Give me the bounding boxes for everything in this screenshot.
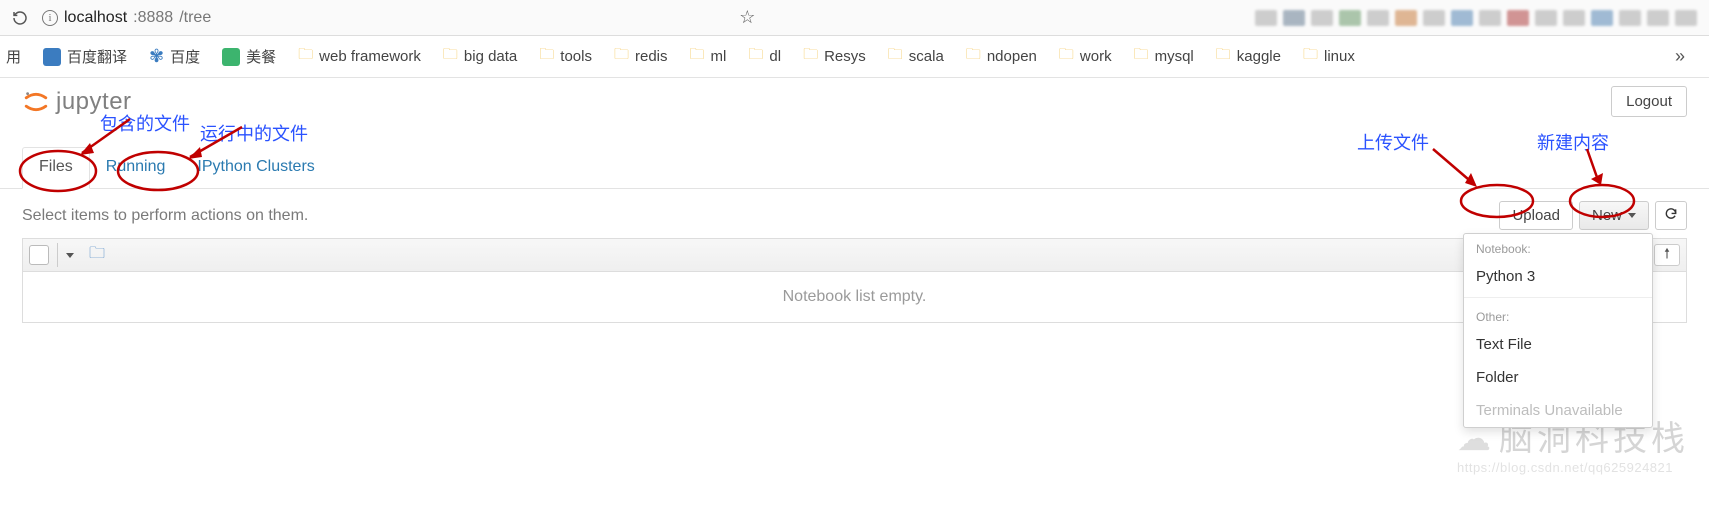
bookmarks-overflow-icon[interactable]: » bbox=[1675, 46, 1703, 67]
bookmark-label: ml bbox=[711, 48, 727, 65]
jupyter-logo-text: jupyter bbox=[56, 88, 132, 116]
bookmark-folder[interactable]: 🗀 tools bbox=[539, 44, 592, 69]
new-menu-python3[interactable]: Python 3 bbox=[1464, 260, 1652, 293]
bookmarks-bar: 用 百度翻译 ✾ 百度 美餐 🗀 web framework 🗀 big data 🗀… bbox=[0, 36, 1709, 78]
tab-files[interactable]: Files bbox=[22, 147, 90, 189]
site-icon bbox=[222, 48, 240, 66]
refresh-icon bbox=[1664, 207, 1678, 221]
reload-button[interactable] bbox=[6, 4, 34, 32]
bookmark-item[interactable]: 美餐 bbox=[222, 46, 276, 67]
tab-clusters[interactable]: IPython Clusters bbox=[181, 148, 330, 188]
folder-icon: 🗀 bbox=[1059, 44, 1074, 69]
folder-icon: 🗀 bbox=[298, 44, 313, 69]
tab-running[interactable]: Running bbox=[90, 148, 182, 188]
bookmark-label: ndopen bbox=[987, 48, 1037, 65]
bookmark-folder[interactable]: 🗀 web framework bbox=[298, 44, 421, 69]
bookmark-label: linux bbox=[1324, 48, 1355, 65]
bookmark-folder[interactable]: 🗀 kaggle bbox=[1216, 44, 1281, 69]
folder-icon: 🗀 bbox=[888, 44, 903, 69]
bookmark-folder[interactable]: 🗀 scala bbox=[888, 44, 944, 69]
folder-icon: 🗀 bbox=[539, 44, 554, 69]
bookmarks-truncated-label: 用 bbox=[6, 46, 21, 67]
chevron-down-icon bbox=[66, 253, 74, 258]
bookmark-label: 百度翻译 bbox=[67, 46, 127, 67]
bookmark-label: web framework bbox=[319, 48, 421, 65]
folder-icon: 🗀 bbox=[966, 44, 981, 69]
jupyter-tabs: Files Running IPython Clusters bbox=[0, 147, 1709, 189]
bookmark-label: Resys bbox=[824, 48, 866, 65]
new-button[interactable]: New bbox=[1579, 201, 1649, 230]
bookmark-label: scala bbox=[909, 48, 944, 65]
breadcrumb-row: 🗀 🠕 bbox=[22, 238, 1687, 272]
bookmark-folder[interactable]: 🗀 Resys bbox=[803, 44, 866, 69]
bookmark-folder[interactable]: 🗀 redis bbox=[614, 44, 668, 69]
bookmark-folder[interactable]: 🗀 big data bbox=[443, 44, 517, 69]
bookmark-item[interactable]: 百度翻译 bbox=[43, 46, 127, 67]
refresh-button[interactable] bbox=[1655, 201, 1687, 230]
bookmark-folder[interactable]: 🗀 mysql bbox=[1134, 44, 1194, 69]
new-menu-terminals: Terminals Unavailable bbox=[1464, 394, 1652, 427]
bookmark-label: work bbox=[1080, 48, 1112, 65]
bookmark-folder[interactable]: 🗀 work bbox=[1059, 44, 1112, 69]
folder-icon: 🗀 bbox=[1134, 44, 1149, 69]
address-field[interactable]: i localhost :8888/tree bbox=[42, 9, 211, 27]
folder-icon: 🗀 bbox=[443, 44, 458, 69]
bookmark-label: dl bbox=[769, 48, 781, 65]
folder-icon: 🗀 bbox=[1303, 44, 1318, 69]
new-menu-folder[interactable]: Folder bbox=[1464, 361, 1652, 394]
selection-hint: Select items to perform actions on them. bbox=[22, 207, 308, 225]
site-icon bbox=[43, 48, 61, 66]
url-path: /tree bbox=[179, 9, 211, 27]
folder-icon: 🗀 bbox=[1216, 44, 1231, 69]
bookmark-folder[interactable]: 🗀 ndopen bbox=[966, 44, 1037, 69]
url-port: :8888 bbox=[133, 9, 173, 27]
new-menu-section-notebook: Notebook: bbox=[1464, 234, 1652, 260]
notebook-list-empty: Notebook list empty. bbox=[22, 272, 1687, 323]
extension-icons-blurred bbox=[1255, 10, 1703, 26]
home-folder-icon[interactable]: 🗀 bbox=[89, 242, 105, 269]
folder-icon: 🗀 bbox=[614, 44, 629, 69]
new-menu-section-other: Other: bbox=[1464, 302, 1652, 328]
bookmark-folder[interactable]: 🗀 ml bbox=[690, 44, 727, 69]
bookmark-item[interactable]: ✾ 百度 bbox=[149, 46, 200, 67]
bookmark-label: 美餐 bbox=[246, 46, 276, 67]
bookmark-folder[interactable]: 🗀 dl bbox=[748, 44, 781, 69]
bookmark-star-icon[interactable]: ☆ bbox=[739, 7, 755, 28]
folder-icon: 🗀 bbox=[803, 44, 818, 69]
new-button-label: New bbox=[1592, 207, 1622, 224]
paw-icon: ✾ bbox=[149, 46, 164, 67]
bookmark-label: kaggle bbox=[1237, 48, 1281, 65]
watermark-url: https://blog.csdn.net/qq625924821 bbox=[1457, 460, 1689, 475]
jupyter-header: jupyter Logout 包含的文件 运行中的文件 bbox=[0, 78, 1709, 119]
select-all-checkbox[interactable] bbox=[29, 245, 49, 265]
url-host: localhost bbox=[64, 9, 127, 27]
toolbar: Select items to perform actions on them.… bbox=[0, 189, 1709, 238]
bookmark-label: redis bbox=[635, 48, 668, 65]
bookmark-folder[interactable]: 🗀 linux bbox=[1303, 44, 1355, 69]
select-dropdown[interactable] bbox=[57, 243, 81, 267]
sort-button[interactable]: 🠕 bbox=[1654, 244, 1680, 266]
upload-button[interactable]: Upload bbox=[1499, 201, 1573, 230]
jupyter-logo[interactable]: jupyter bbox=[22, 88, 132, 116]
annotation-running: 运行中的文件 bbox=[200, 120, 308, 146]
bookmark-label: big data bbox=[464, 48, 517, 65]
folder-icon: 🗀 bbox=[690, 44, 705, 69]
jupyter-logo-icon bbox=[22, 88, 50, 116]
chevron-down-icon bbox=[1628, 213, 1636, 218]
browser-address-bar: i localhost :8888/tree ☆ bbox=[0, 0, 1709, 36]
new-menu: Notebook: Python 3 Other: Text File Fold… bbox=[1463, 233, 1653, 428]
site-info-icon[interactable]: i bbox=[42, 10, 58, 26]
folder-icon: 🗀 bbox=[748, 44, 763, 69]
logout-button[interactable]: Logout bbox=[1611, 86, 1687, 117]
bookmark-label: mysql bbox=[1155, 48, 1194, 65]
bookmark-label: tools bbox=[560, 48, 592, 65]
new-menu-textfile[interactable]: Text File bbox=[1464, 328, 1652, 361]
bookmark-label: 百度 bbox=[170, 46, 200, 67]
